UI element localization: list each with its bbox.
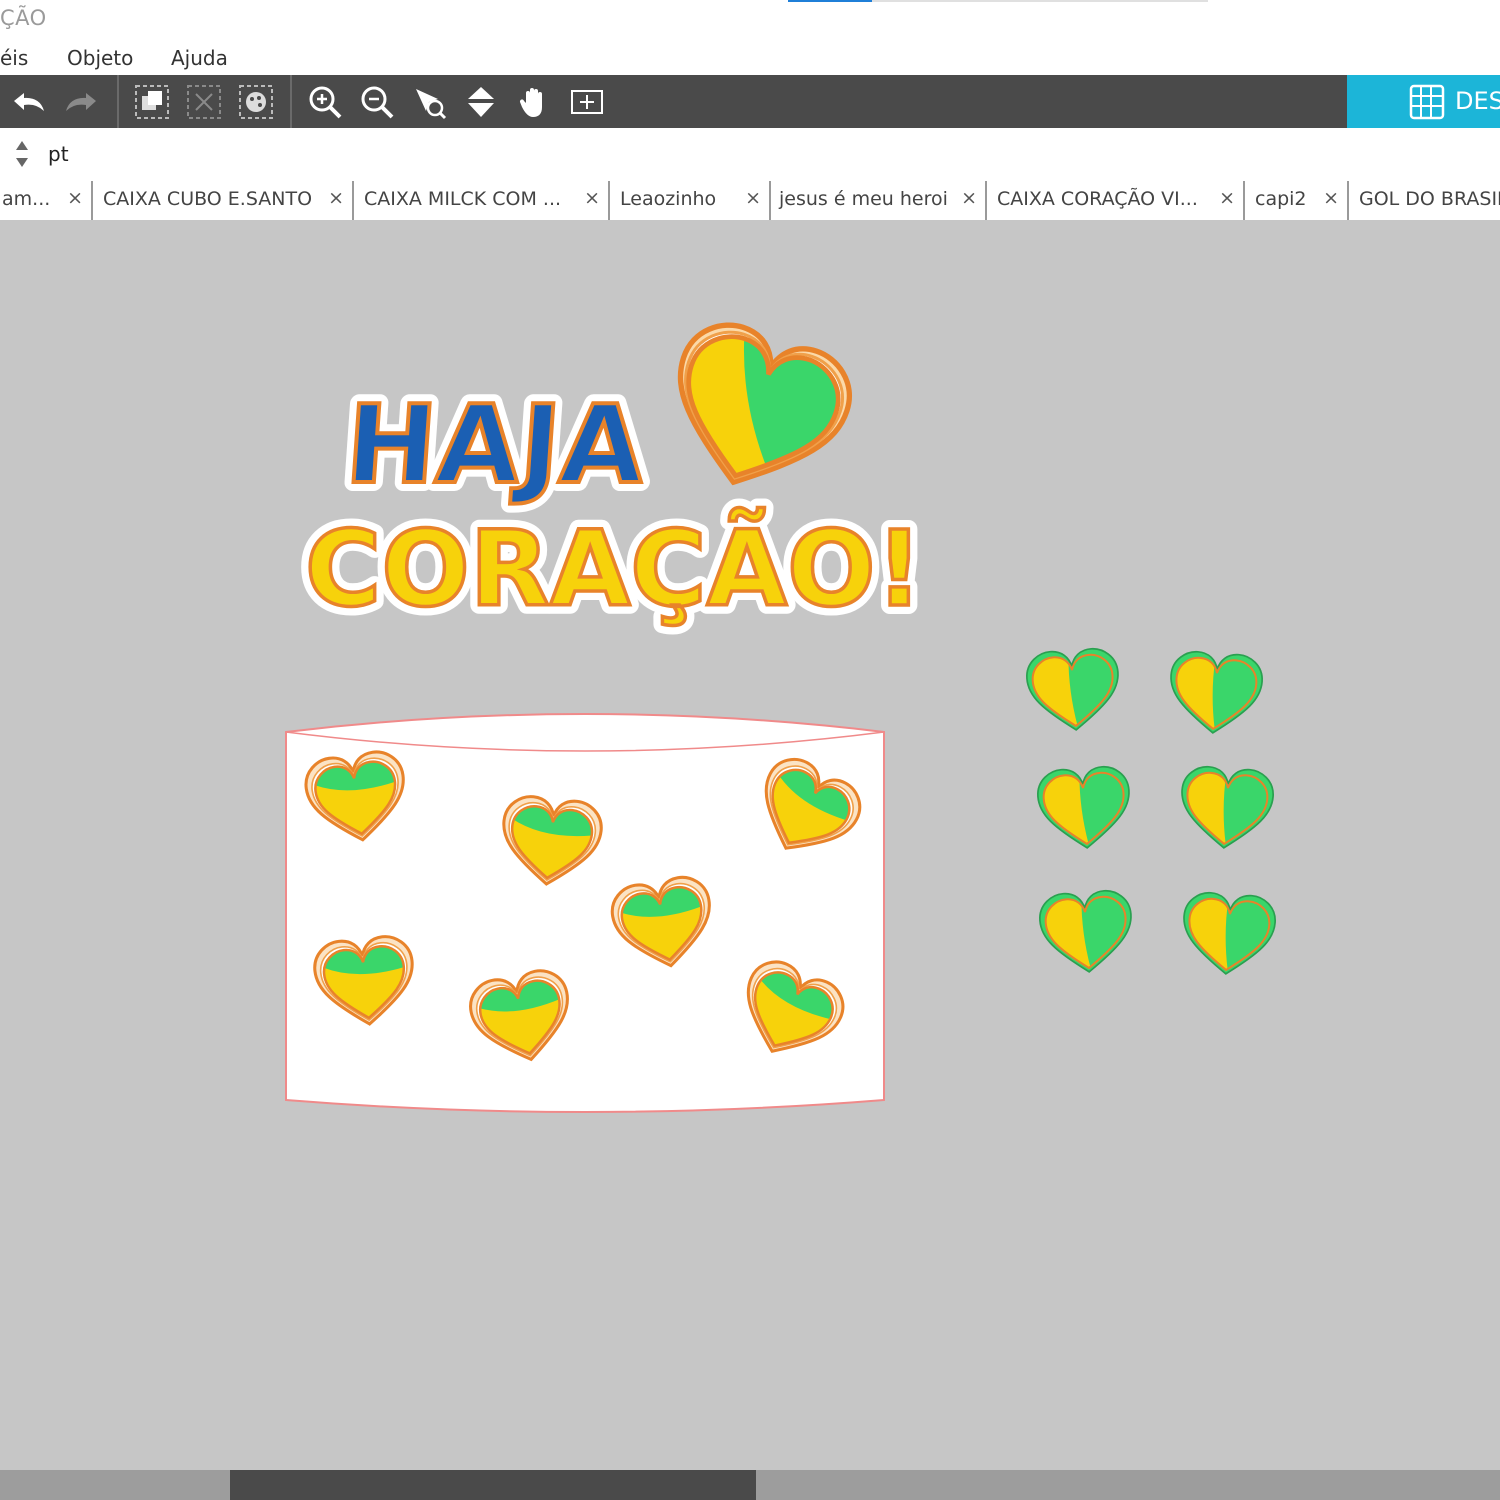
tab-label: CAIXA MILCK COM ... xyxy=(364,188,562,210)
move-down-icon[interactable] xyxy=(460,81,502,123)
ungroup-icon[interactable] xyxy=(183,81,225,123)
pan-hand-icon[interactable] xyxy=(514,81,556,123)
menu-item-objeto[interactable]: Objeto xyxy=(67,46,133,70)
unit-bar: pt xyxy=(0,128,1500,181)
title-bar: ÇÃO xyxy=(0,0,1500,38)
heart-topper[interactable] xyxy=(1032,763,1139,870)
artwork-title-line2-outline: CORAÇÃO! xyxy=(305,508,923,630)
zoom-in-icon[interactable] xyxy=(304,81,346,123)
zoom-out-icon[interactable] xyxy=(356,81,398,123)
horizontal-scrollbar[interactable] xyxy=(0,1470,1500,1500)
heart-topper[interactable] xyxy=(1021,645,1128,752)
grid-icon xyxy=(1409,84,1445,120)
fill-icon[interactable] xyxy=(235,81,277,123)
tab-doc[interactable]: jesus é meu heroi × xyxy=(771,181,987,220)
tab-doc[interactable]: capi2 × xyxy=(1245,181,1349,220)
redo-icon[interactable] xyxy=(60,81,102,123)
tab-doc[interactable]: CAIXA MILCK COM ... × xyxy=(354,181,610,220)
canvas-artwork[interactable]: HAJA HAJA CORAÇÃO! CORAÇÃO! xyxy=(0,220,1500,1470)
design-canvas[interactable]: HAJA HAJA CORAÇÃO! CORAÇÃO! xyxy=(0,220,1500,1470)
unit-spinner[interactable] xyxy=(10,137,34,171)
heart-topper[interactable] xyxy=(1034,887,1141,994)
toolbar-separator xyxy=(117,75,119,128)
tab-close-icon[interactable]: × xyxy=(1323,187,1339,209)
menu-bar: éis Objeto Ajuda xyxy=(0,38,1500,75)
toolbar-separator xyxy=(290,75,292,128)
scrollbar-thumb[interactable] xyxy=(230,1470,756,1500)
heart-topper[interactable] xyxy=(1173,763,1280,870)
tab-close-icon[interactable]: × xyxy=(67,187,83,209)
tab-close-icon[interactable]: × xyxy=(745,187,761,209)
tab-label: capi2 xyxy=(1255,188,1307,210)
title-progress-track xyxy=(788,0,1208,2)
tab-close-icon[interactable]: × xyxy=(961,187,977,209)
heart-topper[interactable] xyxy=(1175,889,1282,996)
window-title: ÇÃO xyxy=(0,6,47,30)
tab-close-icon[interactable]: × xyxy=(328,187,344,209)
title-progress-fill xyxy=(788,0,872,2)
tab-label: CAIXA CORAÇÃO VI... xyxy=(997,188,1198,210)
toolbar: DES xyxy=(0,75,1500,128)
tab-doc[interactable]: CAIXA CORAÇÃO VI... × xyxy=(987,181,1245,220)
menu-item-ajuda[interactable]: Ajuda xyxy=(171,46,228,70)
artwork-title-line1-outline: HAJA xyxy=(342,382,649,508)
tab-doc[interactable]: CAIXA CUBO E.SANTO × xyxy=(93,181,354,220)
tab-close-icon[interactable]: × xyxy=(584,187,600,209)
tab-doc[interactable]: am... × xyxy=(0,181,93,220)
fit-page-icon[interactable] xyxy=(566,81,608,123)
tab-doc[interactable]: GOL DO BRASIL xyxy=(1349,181,1500,220)
tab-label: jesus é meu heroi xyxy=(779,188,948,210)
group-icon[interactable] xyxy=(131,81,173,123)
heart-topper[interactable] xyxy=(1162,648,1269,755)
tab-label: GOL DO BRASIL xyxy=(1359,188,1500,210)
tab-close-icon[interactable]: × xyxy=(1219,187,1235,209)
tab-doc[interactable]: Leaozinho × xyxy=(610,181,771,220)
menu-item-papeis[interactable]: éis xyxy=(0,46,28,70)
unit-label: pt xyxy=(48,142,69,166)
tab-label: am... xyxy=(2,188,51,210)
zoom-select-icon[interactable] xyxy=(408,81,450,123)
cake-wrap-panel[interactable] xyxy=(285,713,885,1113)
tab-label: Leaozinho xyxy=(620,188,717,210)
tab-label: CAIXA CUBO E.SANTO xyxy=(103,188,313,210)
artwork-title[interactable]: HAJA HAJA CORAÇÃO! CORAÇÃO! xyxy=(296,305,932,639)
design-button[interactable]: DES xyxy=(1347,75,1500,128)
document-tabs: am... × CAIXA CUBO E.SANTO × CAIXA MILCK… xyxy=(0,181,1500,221)
design-button-label: DES xyxy=(1455,87,1500,115)
heart-topper-group[interactable] xyxy=(1021,645,1282,996)
undo-icon[interactable] xyxy=(8,81,50,123)
